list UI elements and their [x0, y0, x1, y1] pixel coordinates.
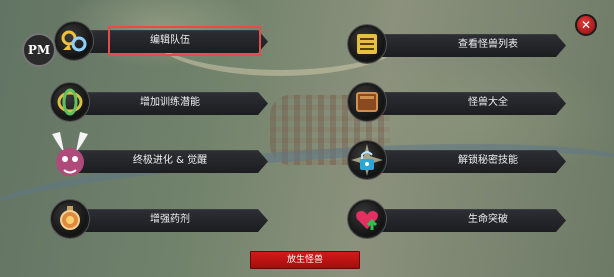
monster-icon: [46, 128, 94, 184]
hoops-icon: [51, 83, 89, 121]
menu-label: 怪兽大全: [468, 97, 508, 108]
heart-up-icon: [348, 200, 386, 238]
menu-label: 生命突破: [468, 214, 508, 225]
lock-icon: [348, 141, 386, 179]
potion-icon: [51, 200, 89, 238]
menu-label: 解锁秘密技能: [458, 155, 518, 166]
close-button[interactable]: ✕: [575, 14, 597, 36]
selection-highlight: [108, 26, 261, 56]
menu-label: 终极进化 & 觉醒: [132, 155, 208, 166]
menu-label: 增加训练潜能: [140, 97, 200, 108]
gear-swap-icon: [55, 22, 93, 60]
pm-badge: PM: [22, 33, 56, 67]
release-monster-button[interactable]: 放生怪兽: [250, 251, 360, 269]
book-icon: [348, 83, 386, 121]
menu-label: 查看怪兽列表: [458, 39, 518, 50]
list-icon: [348, 25, 386, 63]
menu-label: 增强药剂: [150, 214, 190, 225]
